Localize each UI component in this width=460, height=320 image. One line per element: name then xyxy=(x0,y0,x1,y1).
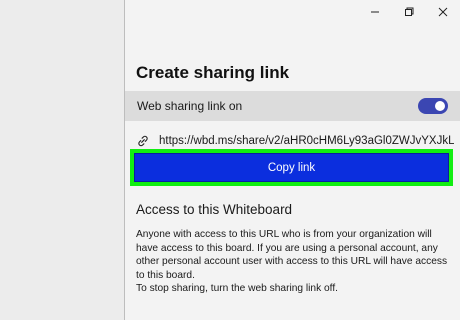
copy-link-button[interactable]: Copy link xyxy=(134,153,449,182)
maximize-button[interactable] xyxy=(392,0,426,24)
minimize-icon xyxy=(371,11,379,13)
web-sharing-toggle-row: Web sharing link on xyxy=(125,91,460,121)
link-icon xyxy=(138,135,148,147)
minimize-button[interactable] xyxy=(358,0,392,24)
restore-icon xyxy=(405,7,414,16)
panel-title: Create sharing link xyxy=(136,63,290,82)
toggle-knob xyxy=(435,101,445,111)
access-description-line: Anyone with access to this URL who is fr… xyxy=(136,229,448,281)
web-sharing-toggle-label: Web sharing link on xyxy=(137,99,243,113)
access-stop-sharing-note: To stop sharing, turn the web sharing li… xyxy=(136,283,338,294)
share-link-url[interactable]: https://wbd.ms/share/v2/aHR0cHM6Ly93aGl0… xyxy=(159,135,454,147)
web-sharing-toggle[interactable] xyxy=(418,98,448,114)
left-pane xyxy=(0,0,124,320)
share-link-row: https://wbd.ms/share/v2/aHR0cHM6Ly93aGl0… xyxy=(136,133,454,149)
close-button[interactable] xyxy=(426,0,460,24)
window-controls xyxy=(358,0,460,24)
close-icon xyxy=(438,7,448,17)
sharing-panel: Create sharing link Web sharing link on … xyxy=(125,0,460,320)
access-section-title: Access to this Whiteboard xyxy=(136,202,293,217)
access-description: Anyone with access to this URL who is fr… xyxy=(136,228,454,296)
